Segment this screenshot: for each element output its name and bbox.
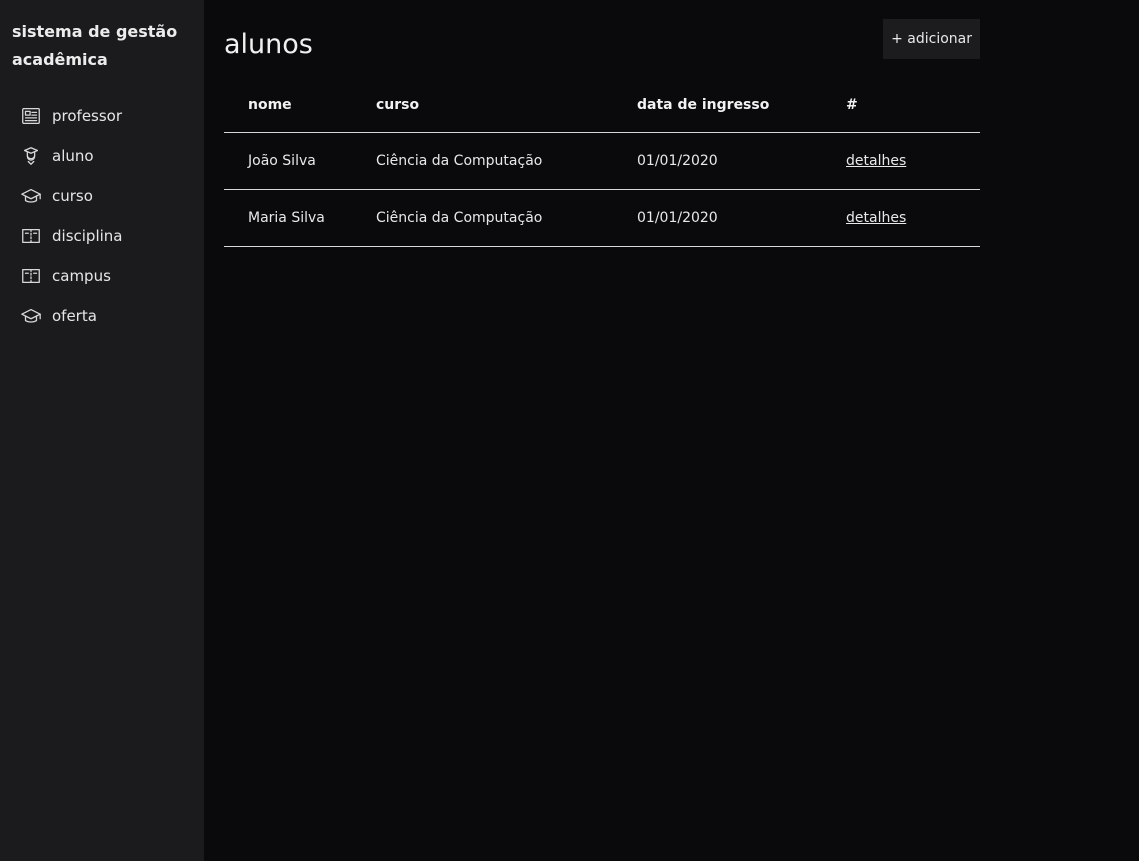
page-header: alunos + adicionar (224, 18, 980, 74)
table-row: Maria Silva Ciência da Computação 01/01/… (224, 189, 980, 247)
sidebar-item-aluno[interactable]: aluno (12, 136, 204, 176)
add-button[interactable]: + adicionar (883, 19, 980, 59)
details-link[interactable]: detalhes (846, 210, 906, 226)
cell-nome: João Silva (224, 132, 376, 190)
sidebar-item-label: professor (52, 107, 123, 125)
sidebar-item-oferta[interactable]: oferta (12, 296, 204, 336)
column-header-data-ingresso[interactable]: data de ingresso (637, 78, 846, 133)
sidebar-item-campus[interactable]: campus (12, 256, 204, 296)
book-icon (20, 264, 44, 288)
students-table: nome curso data de ingresso # João Silva… (224, 78, 980, 247)
page-title: alunos (224, 28, 313, 60)
id-card-icon (20, 104, 44, 128)
sidebar-item-label: aluno (52, 147, 94, 165)
details-link[interactable]: detalhes (846, 153, 906, 169)
sidebar-item-curso[interactable]: curso (12, 176, 204, 216)
sidebar-item-label: campus (52, 267, 111, 285)
column-header-actions: # (846, 78, 980, 133)
graduation-cap-icon (20, 304, 44, 328)
cell-curso: Ciência da Computação (376, 189, 637, 247)
sidebar-item-label: disciplina (52, 227, 123, 245)
app-title: sistema de gestão acadêmica (12, 22, 178, 69)
main-content: alunos + adicionar nome curso data de in… (204, 0, 1139, 861)
sidebar: sistema de gestão acadêmica professor al… (0, 0, 204, 861)
cell-nome: Maria Silva (224, 189, 376, 247)
table-row: João Silva Ciência da Computação 01/01/2… (224, 132, 980, 190)
cell-curso: Ciência da Computação (376, 132, 637, 190)
sidebar-item-label: oferta (52, 307, 97, 325)
sidebar-item-label: curso (52, 187, 93, 205)
sidebar-item-professor[interactable]: professor (12, 96, 204, 136)
cell-data-ingresso: 01/01/2020 (637, 132, 846, 190)
column-header-curso[interactable]: curso (376, 78, 637, 133)
table-header-row: nome curso data de ingresso # (224, 78, 980, 133)
graduation-cap-icon (20, 184, 44, 208)
student-icon (20, 144, 44, 168)
cell-actions: detalhes (846, 189, 980, 247)
cell-actions: detalhes (846, 132, 980, 190)
column-header-nome[interactable]: nome (224, 78, 376, 133)
book-icon (20, 224, 44, 248)
sidebar-item-disciplina[interactable]: disciplina (12, 216, 204, 256)
cell-data-ingresso: 01/01/2020 (637, 189, 846, 247)
app: sistema de gestão acadêmica professor al… (0, 0, 1139, 861)
